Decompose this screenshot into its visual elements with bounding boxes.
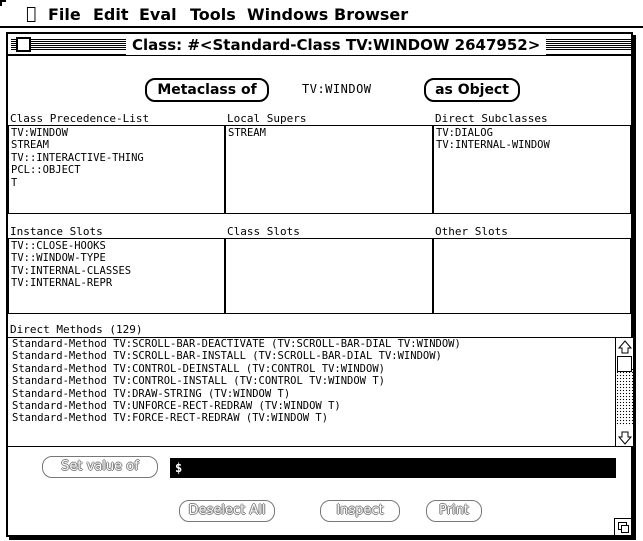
list-item[interactable]: TV:INTERNAL-CLASSES [11, 265, 222, 277]
direct-methods-label: Direct Methods (129) [10, 323, 143, 336]
other-slots-list[interactable] [433, 238, 631, 314]
list-item[interactable]: Standard-Method TV:FORCE-RECT-REDRAW (TV… [12, 412, 615, 424]
local-supers-label: Local Supers [227, 112, 307, 125]
deselect-all-button[interactable]: Deselect All [179, 500, 275, 522]
set-value-button[interactable]: Set value of [42, 456, 158, 478]
class-slots-label: Class Slots [227, 225, 300, 238]
metaclass-button[interactable]: Metaclass of [145, 78, 269, 102]
list-item[interactable]: STREAM [228, 127, 430, 139]
menu-edit[interactable]: Edit [93, 5, 129, 24]
object-name: TV:WINDOW [302, 82, 372, 96]
other-slots-label: Other Slots [435, 225, 508, 238]
menubar:  File Edit Eval Tools Windows Browser [0, 0, 643, 28]
list-item[interactable]: Standard-Method TV:DRAW-STRING (TV:WINDO… [12, 388, 615, 400]
menu-browser[interactable]: Browser [334, 5, 408, 24]
apple-icon[interactable]:  [26, 4, 36, 24]
deselect-all-label: Deselect All [188, 503, 266, 518]
scroll-up-arrow-icon[interactable] [617, 339, 633, 355]
grow-icon-inner [621, 525, 629, 533]
list-item[interactable]: TV::CLOSE-HOOKS [11, 240, 222, 252]
title-bar[interactable]: Class: #<Standard-Class TV:WINDOW 264795… [8, 34, 631, 56]
list-item[interactable]: TV:WINDOW [11, 127, 222, 139]
list-item[interactable]: Standard-Method TV:UNFORCE-RECT-REDRAW (… [12, 400, 615, 412]
list-item[interactable]: T [11, 177, 222, 189]
scroll-thumb[interactable] [617, 356, 632, 372]
direct-subclasses-list[interactable]: TV:DIALOG TV:INTERNAL-WINDOW [433, 125, 631, 214]
list-item[interactable]: Standard-Method TV:SCROLL-BAR-INSTALL (T… [12, 350, 615, 362]
list-item[interactable]: Standard-Method TV:CONTROL-DEINSTALL (TV… [12, 363, 615, 375]
window-title: Class: #<Standard-Class TV:WINDOW 264795… [126, 35, 547, 55]
scroll-down-arrow-icon[interactable] [617, 430, 633, 446]
inspect-button[interactable]: Inspect [320, 500, 400, 522]
list-item[interactable]: Standard-Method TV:SCROLL-BAR-DEACTIVATE… [12, 338, 615, 350]
value-field[interactable]: $ [170, 458, 616, 478]
class-slots-list[interactable] [225, 238, 433, 314]
menu-file[interactable]: File [48, 5, 81, 24]
print-button[interactable]: Print [426, 500, 482, 522]
class-precedence-label: Class Precedence-List [10, 112, 150, 125]
screen-corner [0, 0, 6, 6]
list-item[interactable]: Standard-Method TV:CONTROL-INSTALL (TV:C… [12, 375, 615, 387]
menu-eval[interactable]: Eval [139, 5, 177, 24]
local-supers-list[interactable]: STREAM [225, 125, 433, 214]
set-value-label: Set value of [61, 459, 139, 474]
class-precedence-list[interactable]: TV:WINDOW STREAM TV::INTERACTIVE-THING P… [8, 125, 225, 214]
as-object-button[interactable]: as Object [424, 78, 520, 102]
list-item[interactable]: TV::WINDOW-TYPE [11, 252, 222, 264]
list-item[interactable]: TV:INTERNAL-WINDOW [436, 139, 628, 151]
instance-slots-list[interactable]: TV::CLOSE-HOOKS TV::WINDOW-TYPE TV:INTER… [8, 238, 225, 314]
list-item[interactable]: STREAM [11, 139, 222, 151]
direct-methods-list[interactable]: Standard-Method TV:SCROLL-BAR-DEACTIVATE… [8, 337, 615, 447]
close-box[interactable] [16, 37, 31, 52]
menu-tools[interactable]: Tools [190, 5, 236, 24]
list-item[interactable]: PCL::OBJECT [11, 164, 222, 176]
list-item[interactable]: TV:DIALOG [436, 127, 628, 139]
inspect-label: Inspect [336, 503, 384, 518]
print-label: Print [439, 503, 469, 518]
menu-windows[interactable]: Windows [247, 5, 328, 24]
methods-scrollbar[interactable] [615, 337, 633, 447]
instance-slots-label: Instance Slots [10, 225, 103, 238]
direct-subclasses-label: Direct Subclasses [435, 112, 548, 125]
inspector-window: Class: #<Standard-Class TV:WINDOW 264795… [6, 32, 633, 537]
resize-grow-box[interactable] [614, 518, 631, 535]
scroll-track[interactable] [616, 368, 633, 426]
list-item[interactable]: TV:INTERNAL-REPR [11, 277, 222, 289]
list-item[interactable]: TV::INTERACTIVE-THING [11, 152, 222, 164]
